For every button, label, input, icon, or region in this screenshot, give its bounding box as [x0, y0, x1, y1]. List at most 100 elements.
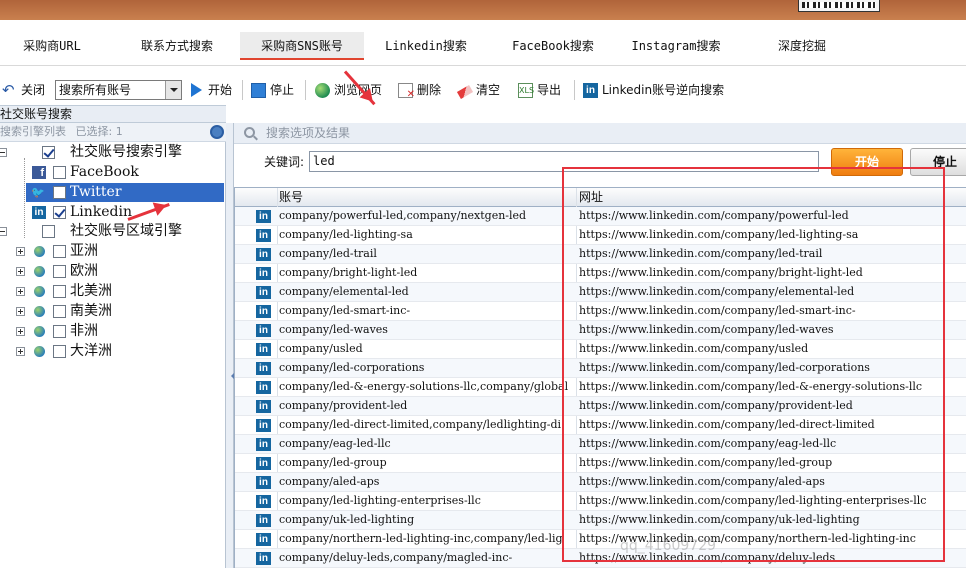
collapse-icon[interactable] [0, 227, 7, 236]
chevron-down-icon[interactable] [165, 81, 181, 99]
linkedin-icon: in [256, 495, 271, 508]
linkedin-checkbox[interactable] [53, 206, 66, 219]
expand-icon[interactable] [16, 307, 25, 316]
tab-contact-search[interactable]: 联系方式搜索 [128, 32, 226, 60]
tree-item-twitter[interactable]: 🐦 Twitter [26, 183, 224, 202]
excel-icon: XLS [518, 82, 534, 98]
linkedin-icon: in [256, 552, 271, 565]
region-label: 非洲 [70, 323, 98, 339]
tree-item-linkedin[interactable]: in Linkedin [0, 203, 226, 222]
tree-item-region[interactable]: 北美洲 [0, 282, 226, 301]
twitter-label: Twitter [70, 184, 122, 200]
linkedin-icon: in [256, 343, 271, 356]
tab-instagram-search[interactable]: Instagram搜索 [628, 32, 724, 60]
linkedin-icon: in [256, 229, 271, 242]
linkedin-icon: in [256, 533, 271, 546]
expand-icon[interactable] [16, 267, 25, 276]
linkedin-reverse-search-button[interactable]: in Linkedin账号逆向搜索 [583, 80, 724, 100]
facebook-checkbox[interactable] [53, 166, 66, 179]
account-cell: company/led-corporations [279, 361, 425, 374]
tree-node-region-engines[interactable]: 社交账号区域引擎 [0, 222, 226, 241]
linkedin-icon: in [256, 457, 271, 470]
tree-item-facebook[interactable]: f FaceBook [0, 163, 226, 182]
close-button[interactable]: ↶ 关闭 [2, 80, 45, 100]
region-checkbox[interactable] [53, 285, 66, 298]
tab-buyer-sns[interactable]: 采购商SNS账号 [240, 32, 364, 60]
account-cell: company/uk-led-lighting [279, 513, 415, 526]
results-panel-title: 搜索选项及结果 [266, 126, 351, 140]
expand-icon[interactable] [16, 247, 25, 256]
window-top-bar [0, 0, 966, 20]
facebook-label: FaceBook [70, 164, 139, 180]
tree-item-region[interactable]: 非洲 [0, 322, 226, 341]
region-group-checkbox[interactable] [42, 225, 55, 238]
start-button[interactable]: 开始 [191, 80, 232, 100]
account-cell: company/bright-light-led [279, 266, 418, 279]
toolbar-divider [242, 80, 243, 100]
account-cell: company/aled-aps [279, 475, 380, 488]
globe-icon [34, 306, 45, 317]
account-cell: company/deluy-leds,company/magled-inc- [279, 551, 513, 564]
region-checkbox[interactable] [53, 265, 66, 278]
account-scope-select[interactable]: 搜索所有账号 [55, 80, 182, 100]
engine-group-checkbox[interactable] [42, 146, 55, 159]
engine-list-header: 搜索引擎列表 已选择: 1 [0, 123, 226, 142]
region-checkbox[interactable] [53, 345, 66, 358]
region-checkbox[interactable] [53, 325, 66, 338]
linkedin-icon: in [256, 400, 271, 413]
account-cell: company/northern-led-lighting-inc,compan… [279, 532, 563, 545]
clear-label: 清空 [476, 83, 501, 97]
region-label: 南美洲 [70, 303, 112, 319]
region-checkbox[interactable] [53, 305, 66, 318]
tab-linkedin-search[interactable]: Linkedin搜索 [380, 32, 472, 60]
linkedin-icon: in [256, 210, 271, 223]
qr-code-image [798, 0, 880, 12]
selected-count: 已选择: 1 [75, 125, 123, 138]
delete-label: 删除 [417, 83, 442, 97]
tab-deep-mining[interactable]: 深度挖掘 [760, 32, 844, 60]
start-label: 开始 [208, 83, 233, 97]
column-header-account[interactable]: 账号 [279, 188, 303, 206]
account-cell: company/elemental-led [279, 285, 409, 298]
module-tab-bar: 采购商URL 联系方式搜索 采购商SNS账号 Linkedin搜索 FaceBo… [0, 20, 966, 66]
account-scope-value: 搜索所有账号 [59, 83, 132, 97]
expand-icon[interactable] [16, 327, 25, 336]
linkedin-icon: in [256, 514, 271, 527]
refresh-icon[interactable] [210, 125, 224, 139]
tree-item-region[interactable]: 亚洲 [0, 242, 226, 261]
expand-icon[interactable] [16, 347, 25, 356]
region-label: 亚洲 [70, 243, 98, 259]
panel-title-text: 社交账号搜索 [0, 107, 73, 121]
linkedin-icon: in [256, 362, 271, 375]
stop-label: 停止 [270, 83, 295, 97]
globe-icon [34, 286, 45, 297]
clear-button[interactable]: 清空 [456, 80, 501, 100]
twitter-checkbox[interactable] [53, 186, 66, 199]
linkedin-label: Linkedin [70, 204, 133, 220]
globe-icon [315, 82, 330, 98]
expand-icon[interactable] [16, 287, 25, 296]
tree-item-region[interactable]: 南美洲 [0, 302, 226, 321]
tree-item-region[interactable]: 大洋洲 [0, 342, 226, 361]
stop-button[interactable]: 停止 [251, 80, 294, 100]
linkedin-icon: in [256, 324, 271, 337]
linkedin-icon: in [256, 248, 271, 261]
tab-buyer-url[interactable]: 采购商URL [8, 32, 96, 60]
delete-button[interactable]: ✕ 删除 [398, 80, 441, 100]
tree-node-social-engines[interactable]: 社交账号搜索引擎 [0, 143, 226, 162]
engine-tree-panel: 搜索引擎列表 已选择: 1 社交账号搜索引擎 f FaceBook 🐦 Twit… [0, 123, 226, 568]
export-label: 导出 [537, 83, 562, 97]
tree-item-region[interactable]: 欧洲 [0, 262, 226, 281]
region-checkbox[interactable] [53, 245, 66, 258]
collapse-icon[interactable] [0, 148, 7, 157]
export-button[interactable]: XLS 导出 [518, 80, 561, 100]
globe-icon [34, 246, 45, 257]
tab-facebook-search[interactable]: FaceBook搜索 [505, 32, 601, 60]
globe-icon [34, 266, 45, 277]
toolbar: ↶ 关闭 搜索所有账号 开始 停止 浏览网页 ✕ 删除 清空 XLS 导出 in… [0, 76, 966, 104]
account-cell: company/led-trail [279, 247, 377, 260]
region-group-label: 社交账号区域引擎 [70, 223, 182, 239]
panel-splitter[interactable] [226, 123, 234, 568]
facebook-icon: f [32, 166, 46, 179]
region-label: 北美洲 [70, 283, 112, 299]
